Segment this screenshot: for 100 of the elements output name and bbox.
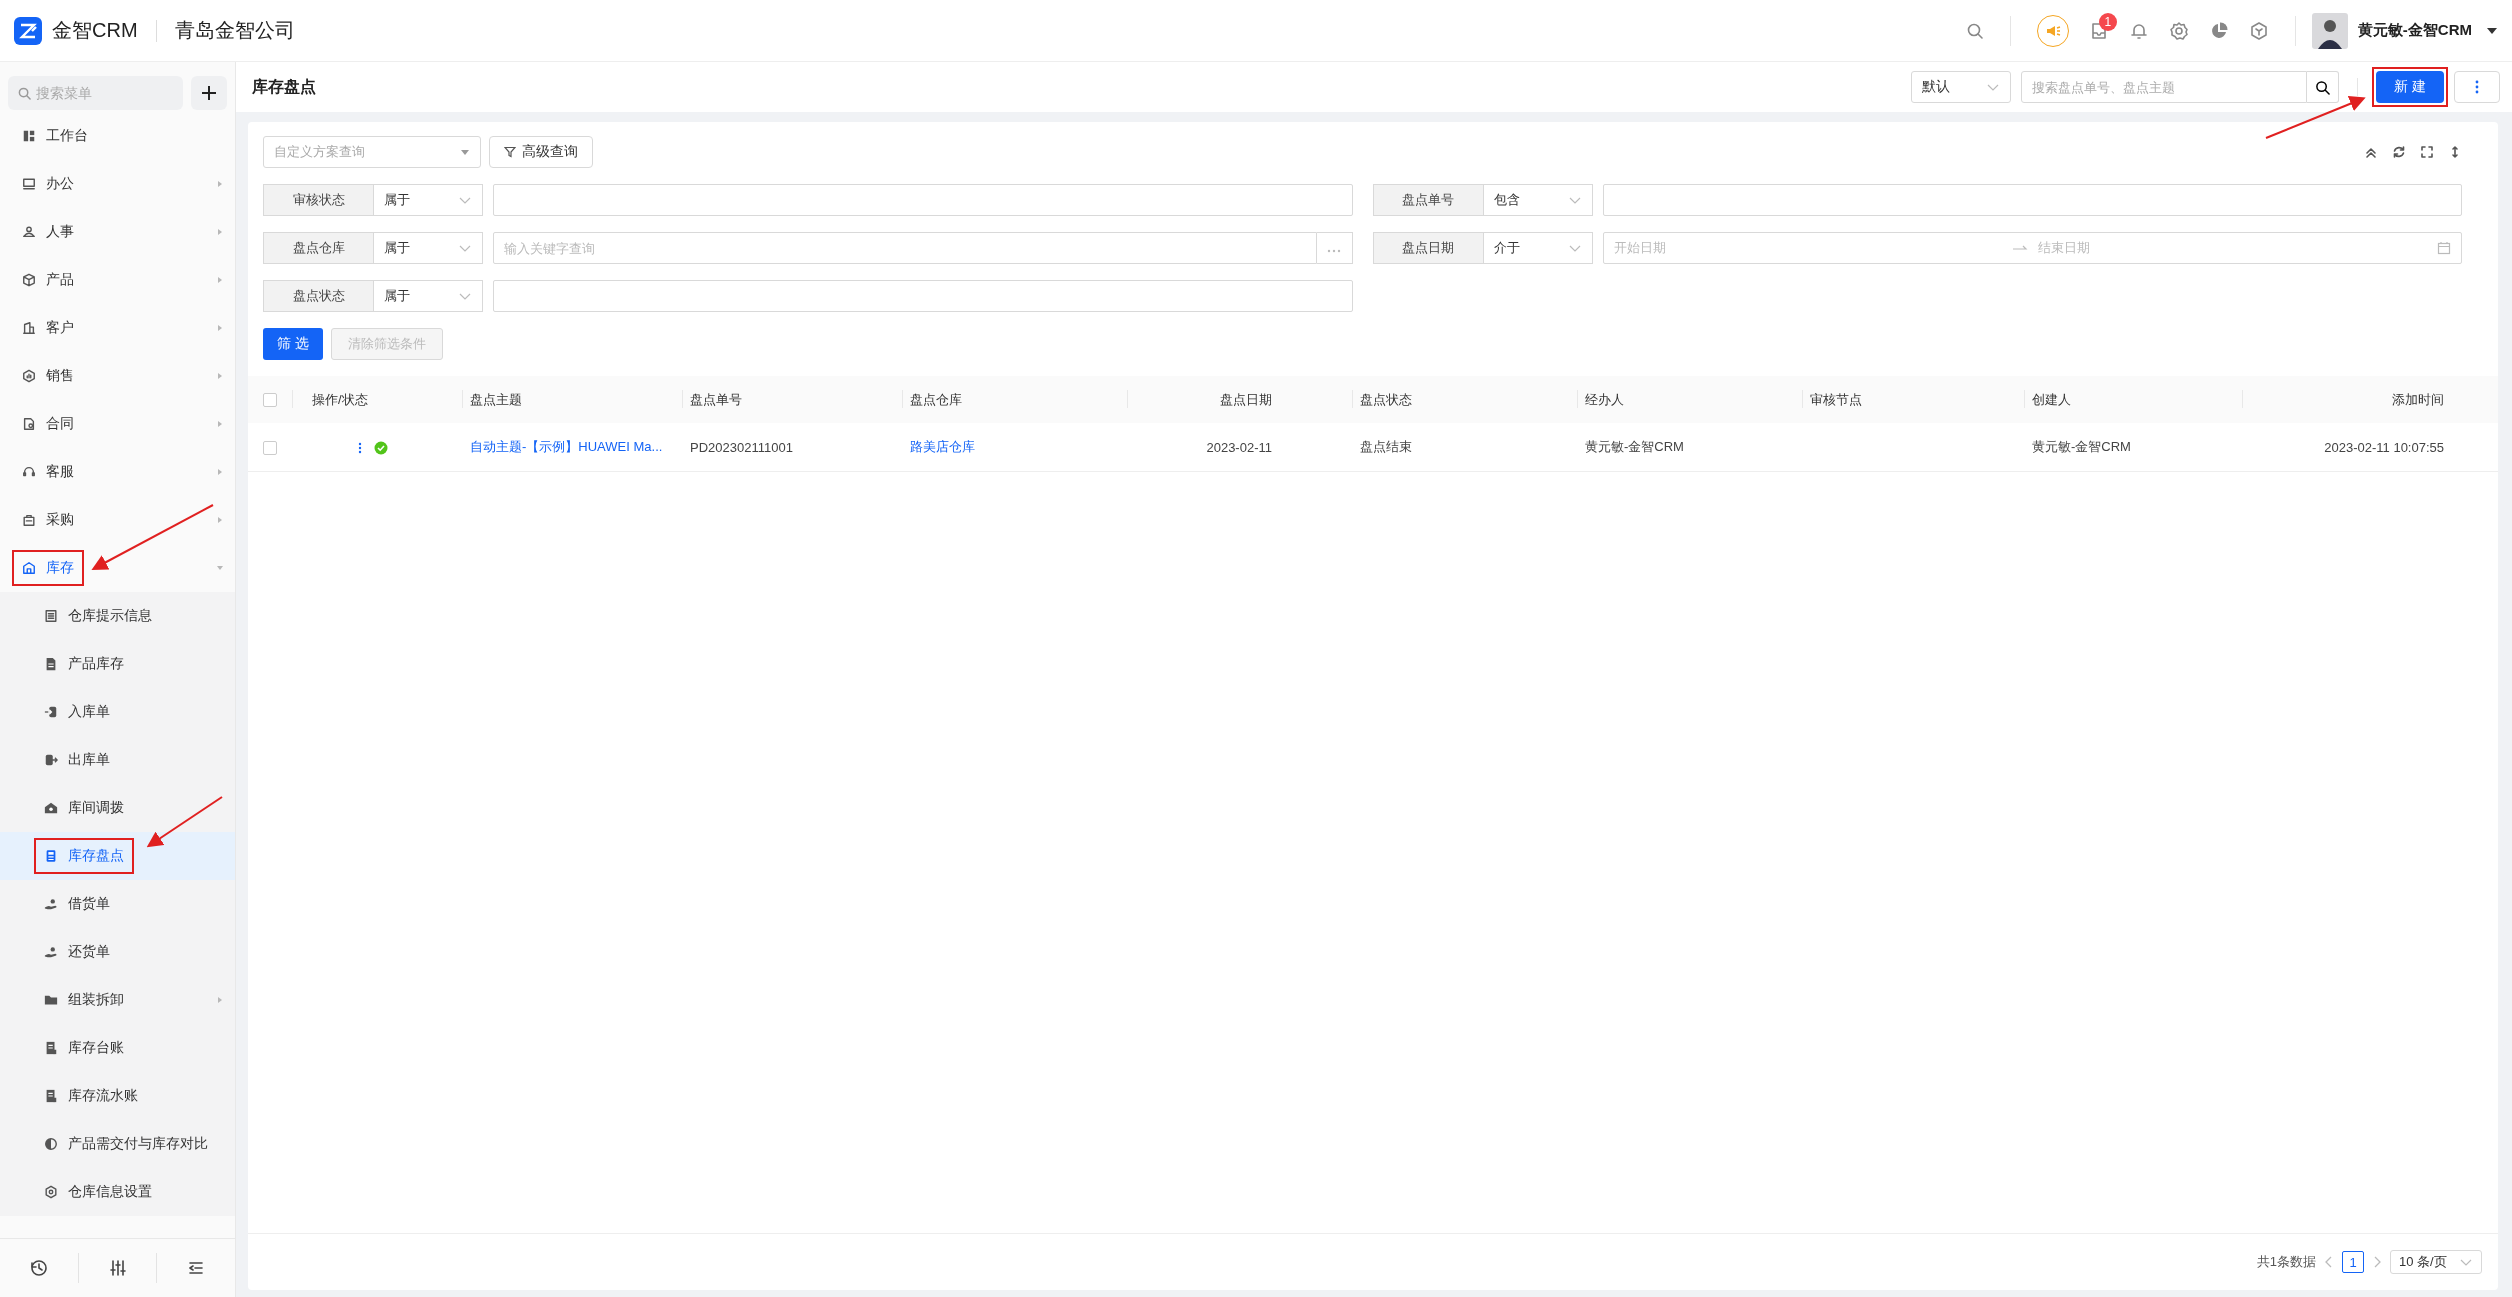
menu-item[interactable]: 借货单 [0, 880, 235, 928]
sliders-icon[interactable] [107, 1258, 128, 1278]
menu-item[interactable]: 销售 [0, 352, 235, 400]
value-field[interactable] [1602, 184, 2462, 216]
gear-icon [44, 1185, 58, 1199]
menu-item[interactable]: 工作台 [0, 112, 235, 160]
column-header: 审核节点 [1810, 391, 1862, 407]
more-actions-icon[interactable] [358, 441, 362, 454]
more-icon [2475, 80, 2479, 94]
enter-icon [44, 705, 58, 719]
filter-button[interactable]: 筛 选 [263, 328, 323, 360]
table-cell: PD202302111001 [690, 439, 793, 455]
menu-label: 组装拆卸 [68, 991, 124, 1009]
grid-icon [22, 129, 36, 143]
operator-select[interactable]: 包含 [1482, 184, 1593, 216]
menu-item[interactable]: 采购 [0, 496, 235, 544]
lookup-field[interactable]: 输入关键字查询 [493, 232, 1317, 264]
search-icon[interactable] [1965, 21, 1984, 40]
ellipsis-icon [1327, 249, 1341, 253]
table-cell: 盘点结束 [1360, 439, 1412, 454]
menu-item[interactable]: 库存流水账 [0, 1072, 235, 1120]
hexagon-icon[interactable] [2248, 20, 2269, 41]
house-icon [22, 561, 36, 575]
settings-icon[interactable] [2168, 20, 2189, 41]
menu-item[interactable]: 出库单 [0, 736, 235, 784]
column-header: 创建人 [2032, 391, 2071, 407]
table-cell: 2023-02-11 10:07:55 [2324, 439, 2444, 455]
menu-item[interactable]: 合同 [0, 400, 235, 448]
menu-item[interactable]: 人事 [0, 208, 235, 256]
search-button[interactable] [2307, 71, 2340, 103]
fullscreen-icon[interactable] [2420, 145, 2434, 159]
search-icon [2315, 79, 2331, 95]
menu-item[interactable]: 客户 [0, 304, 235, 352]
add-button[interactable] [191, 76, 227, 110]
company-name: 青岛金智公司 [174, 18, 295, 43]
menu-label: 采购 [46, 511, 74, 529]
select-all-checkbox[interactable] [263, 393, 277, 408]
menu-item[interactable]: 组装拆卸 [0, 976, 235, 1024]
menu-label: 还货单 [68, 943, 110, 961]
menu-label: 仓库提示信息 [68, 607, 152, 625]
new-button[interactable]: 新 建 [2376, 71, 2444, 103]
menu-item[interactable]: 库存盘点 [0, 832, 235, 880]
row-checkbox[interactable] [263, 440, 277, 455]
building-icon [22, 321, 36, 335]
search-field[interactable]: 搜索菜单 [8, 76, 183, 110]
menu-label: 客户 [46, 319, 74, 337]
menu-label: 人事 [46, 223, 74, 241]
menu-item[interactable]: 办公 [0, 160, 235, 208]
notification-badge: 1 [2098, 12, 2117, 31]
condition-label: 审核状态 [263, 184, 373, 216]
operator-select[interactable]: 属于 [373, 280, 483, 312]
user-name[interactable]: 黄元敏-金智CRM [2357, 21, 2472, 40]
history-icon[interactable] [28, 1258, 49, 1278]
menu-label: 入库单 [68, 703, 110, 721]
refresh-icon[interactable] [2392, 145, 2406, 159]
record-link[interactable]: 路美店仓库 [910, 439, 975, 454]
menu-item[interactable]: 库间调拨 [0, 784, 235, 832]
menu-item[interactable]: 还货单 [0, 928, 235, 976]
view-select[interactable]: 默认 [1911, 71, 2012, 103]
column-header: 盘点主题 [470, 391, 522, 407]
select-value: 属于 [384, 191, 410, 209]
app-logo-icon [14, 16, 42, 45]
value-field[interactable] [493, 184, 1353, 216]
menu-item[interactable]: 客服 [0, 448, 235, 496]
plus-icon [200, 84, 218, 102]
table-cell: 2023-02-11 [1206, 439, 1272, 455]
list-icon [44, 609, 58, 623]
next-page-icon[interactable] [2372, 1255, 2382, 1269]
menu-item[interactable]: 产品库存 [0, 640, 235, 688]
search-icon [18, 87, 31, 100]
menu-item[interactable]: 产品 [0, 256, 235, 304]
menu-item[interactable]: 库存台账 [0, 1024, 235, 1072]
select-placeholder: 自定义方案查询 [274, 143, 365, 161]
page-button[interactable]: 1 [2342, 1251, 2364, 1273]
advanced-query-button[interactable]: 高级查询 [489, 136, 593, 168]
condition-label: 盘点日期 [1372, 232, 1483, 264]
menu-item[interactable]: 产品需交付与库存对比 [0, 1120, 235, 1168]
select-value: 介于 [1493, 239, 1520, 257]
value-field[interactable] [493, 280, 1353, 312]
menu-label: 库存流水账 [68, 1087, 138, 1105]
operator-select[interactable]: 介于 [1482, 232, 1593, 264]
record-link[interactable]: 自动主题-【示例】HUAWEI Ma... [470, 439, 663, 454]
menu-item[interactable]: 仓库信息设置 [0, 1168, 235, 1216]
menu-item[interactable]: 库存 [0, 544, 235, 592]
calendar-icon [2437, 241, 2451, 255]
headset-icon [22, 465, 36, 479]
menu-label: 库存盘点 [68, 847, 124, 865]
monitor-icon [22, 177, 36, 191]
double-chevron-up-icon[interactable] [2364, 145, 2378, 159]
page-size-select[interactable]: 10 条/页 [2390, 1250, 2482, 1274]
select-value: 10 条/页 [2399, 1253, 2447, 1271]
column-header: 添加时间 [2392, 391, 2444, 407]
previous-page-icon[interactable] [2324, 1255, 2334, 1269]
operator-select[interactable]: 属于 [373, 184, 483, 216]
menu-label: 产品需交付与库存对比 [68, 1135, 208, 1153]
menu-item[interactable]: 仓库提示信息 [0, 592, 235, 640]
search-field[interactable]: 搜索盘点单号、盘点主题 [2021, 71, 2308, 103]
operator-select[interactable]: 属于 [373, 232, 483, 264]
menu-item[interactable]: 入库单 [0, 688, 235, 736]
avatar[interactable] [2311, 12, 2348, 49]
